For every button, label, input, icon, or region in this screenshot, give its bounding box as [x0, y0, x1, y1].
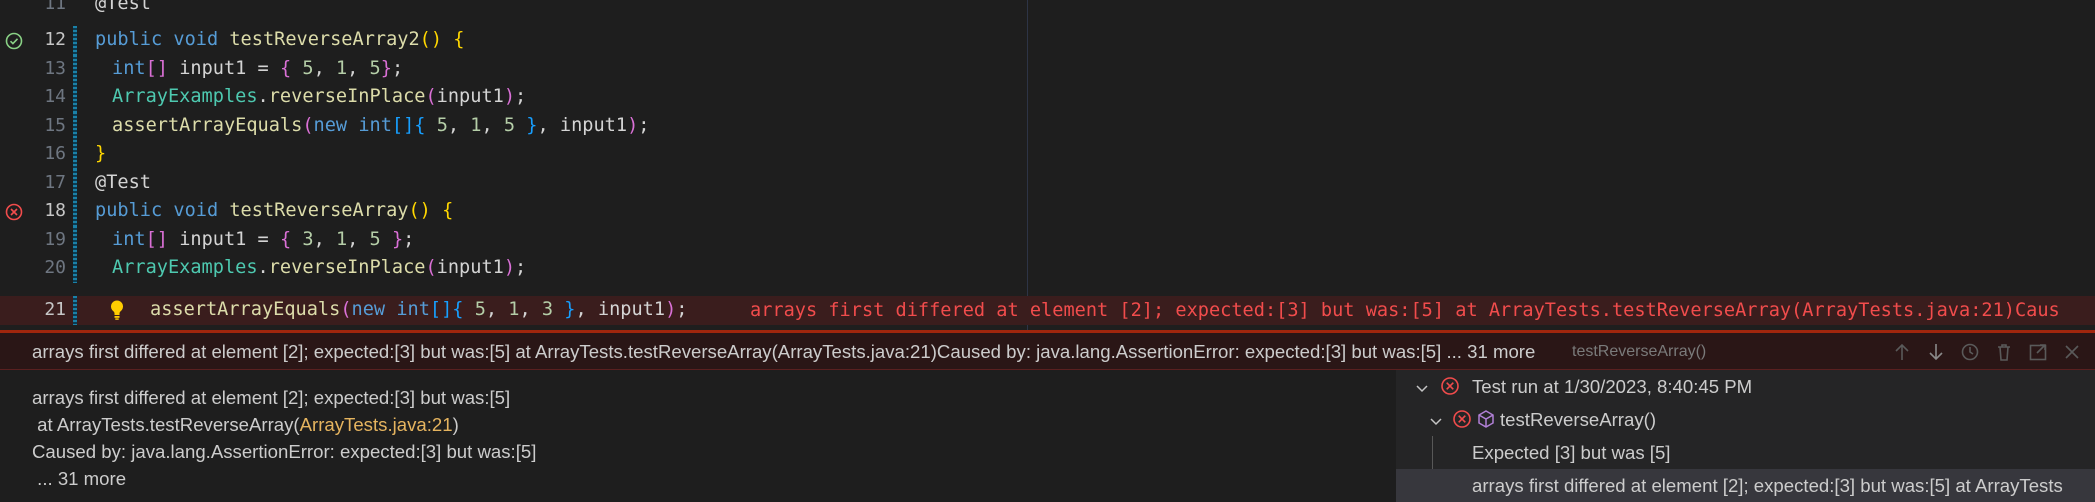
line-number: 20: [44, 257, 66, 278]
error-circle-icon: [1441, 377, 1459, 395]
code-text[interactable]: public void testReverseArray2() {: [95, 29, 464, 50]
line-number: 14: [44, 86, 66, 107]
close-icon[interactable]: [2061, 341, 2083, 363]
line-number: 18: [44, 200, 66, 221]
tree-item-label: arrays first differed at element [2]; ex…: [1472, 475, 2063, 496]
tree-item-label: Test run at 1/30/2023, 8:40:45 PM: [1472, 376, 1753, 397]
chevron-down-icon[interactable]: [1412, 378, 1432, 398]
code-text[interactable]: @Test: [95, 0, 151, 14]
code-text[interactable]: }: [95, 143, 106, 164]
open-external-icon[interactable]: [2027, 341, 2049, 363]
peek-header-message: arrays first differed at element [2]; ex…: [32, 341, 1536, 362]
line-number: 15: [44, 114, 66, 136]
change-indicator: [73, 26, 77, 55]
change-indicator: [73, 254, 77, 283]
inline-error-message: arrays first differed at element [2]; ex…: [750, 300, 2060, 321]
code-text[interactable]: public void testReverseArray() {: [95, 200, 453, 221]
clear-icon[interactable]: [1993, 341, 2015, 363]
arrow-down-icon[interactable]: [1925, 341, 1947, 363]
arrow-up-icon[interactable]: [1891, 341, 1913, 363]
code-line[interactable]: 17 @Test: [0, 168, 2095, 197]
code-text[interactable]: int[] input1 = { 5, 1, 5};: [112, 58, 403, 79]
code-line[interactable]: 16 }: [0, 140, 2095, 169]
code-line[interactable]: 15 assertArrayEquals(new int[]{ 5, 1, 5 …: [0, 111, 2095, 140]
stack-trace-link[interactable]: ArrayTests.java:21: [300, 414, 453, 435]
tree-item-label: testReverseArray(): [1500, 409, 1657, 430]
change-indicator: [73, 111, 77, 140]
code-text[interactable]: int[] input1 = { 3, 1, 5 };: [112, 229, 414, 250]
code-line[interactable]: 11 @Test: [0, 0, 2095, 19]
method-cube-icon: [1478, 410, 1494, 428]
error-circle-icon: [1453, 410, 1471, 428]
code-text[interactable]: assertArrayEquals(new int[]{ 5, 1, 5 }, …: [112, 115, 649, 136]
output-line: Caused by: java.lang.AssertionError: exp…: [32, 441, 537, 462]
output-line: arrays first differed at element [2]; ex…: [32, 387, 511, 408]
lightbulb-icon[interactable]: [108, 299, 126, 321]
code-line[interactable]: 12 public void testReverseArray2() {: [0, 26, 2095, 55]
tree-item-test[interactable]: testReverseArray(): [1396, 403, 2095, 436]
chevron-down-icon[interactable]: [1426, 411, 1446, 431]
change-indicator: [73, 296, 77, 325]
code-text[interactable]: ArrayExamples.reverseInPlace(input1);: [112, 86, 526, 107]
change-indicator: [73, 140, 77, 169]
code-line[interactable]: 13 int[] input1 = { 5, 1, 5};: [0, 54, 2095, 83]
tree-item-test-run[interactable]: Test run at 1/30/2023, 8:40:45 PM: [1396, 370, 2095, 403]
line-number: 17: [44, 171, 66, 193]
code-line[interactable]: 19 int[] input1 = { 3, 1, 5 };: [0, 225, 2095, 254]
test-passed-icon[interactable]: [5, 32, 23, 50]
tree-item-message[interactable]: Expected [3] but was [5]: [1396, 436, 2095, 469]
line-number: 16: [44, 143, 66, 164]
test-peek-panel: arrays first differed at element [2]; ex…: [0, 330, 2095, 502]
line-number: 21: [44, 299, 66, 320]
line-number: 19: [44, 228, 66, 250]
code-text[interactable]: assertArrayEquals(new int[]{ 5, 1, 3 }, …: [150, 299, 687, 320]
line-number: 11: [44, 0, 66, 14]
change-indicator: [73, 197, 77, 226]
code-line[interactable]: 18 public void testReverseArray() {: [0, 197, 2095, 226]
code-line[interactable]: 14 ArrayExamples.reverseInPlace(input1);: [0, 83, 2095, 112]
test-results-tree[interactable]: Test run at 1/30/2023, 8:40:45 PM testRe…: [1396, 370, 2095, 502]
change-indicator: [73, 225, 77, 254]
change-indicator: [73, 83, 77, 112]
peek-toolbar: [1891, 341, 2083, 363]
tree-item-label: Expected [3] but was [5]: [1472, 442, 1671, 463]
history-icon[interactable]: [1959, 341, 1981, 363]
code-text[interactable]: ArrayExamples.reverseInPlace(input1);: [112, 257, 526, 278]
code-line-error[interactable]: 21 assertArrayEquals(new int[]{ 5, 1, 3 …: [0, 296, 2095, 325]
code-text[interactable]: @Test: [95, 172, 151, 193]
peek-header: arrays first differed at element [2]; ex…: [0, 333, 2095, 370]
line-number: 13: [44, 57, 66, 79]
code-editor[interactable]: 11 @Test 12 public void testReverseArray…: [0, 0, 2095, 330]
test-output[interactable]: arrays first differed at element [2]; ex…: [0, 370, 1395, 502]
change-indicator: [73, 168, 77, 197]
output-line: ... 31 more: [32, 468, 127, 489]
test-failed-icon[interactable]: [5, 203, 23, 221]
line-number: 12: [44, 29, 66, 50]
output-line: at ArrayTests.testReverseArray(ArrayTest…: [32, 414, 459, 435]
tree-item-message[interactable]: arrays first differed at element [2]; ex…: [1396, 469, 2095, 502]
code-line[interactable]: 20 ArrayExamples.reverseInPlace(input1);: [0, 254, 2095, 283]
change-indicator: [73, 54, 77, 83]
peek-header-test-name: testReverseArray(): [1572, 343, 1707, 360]
